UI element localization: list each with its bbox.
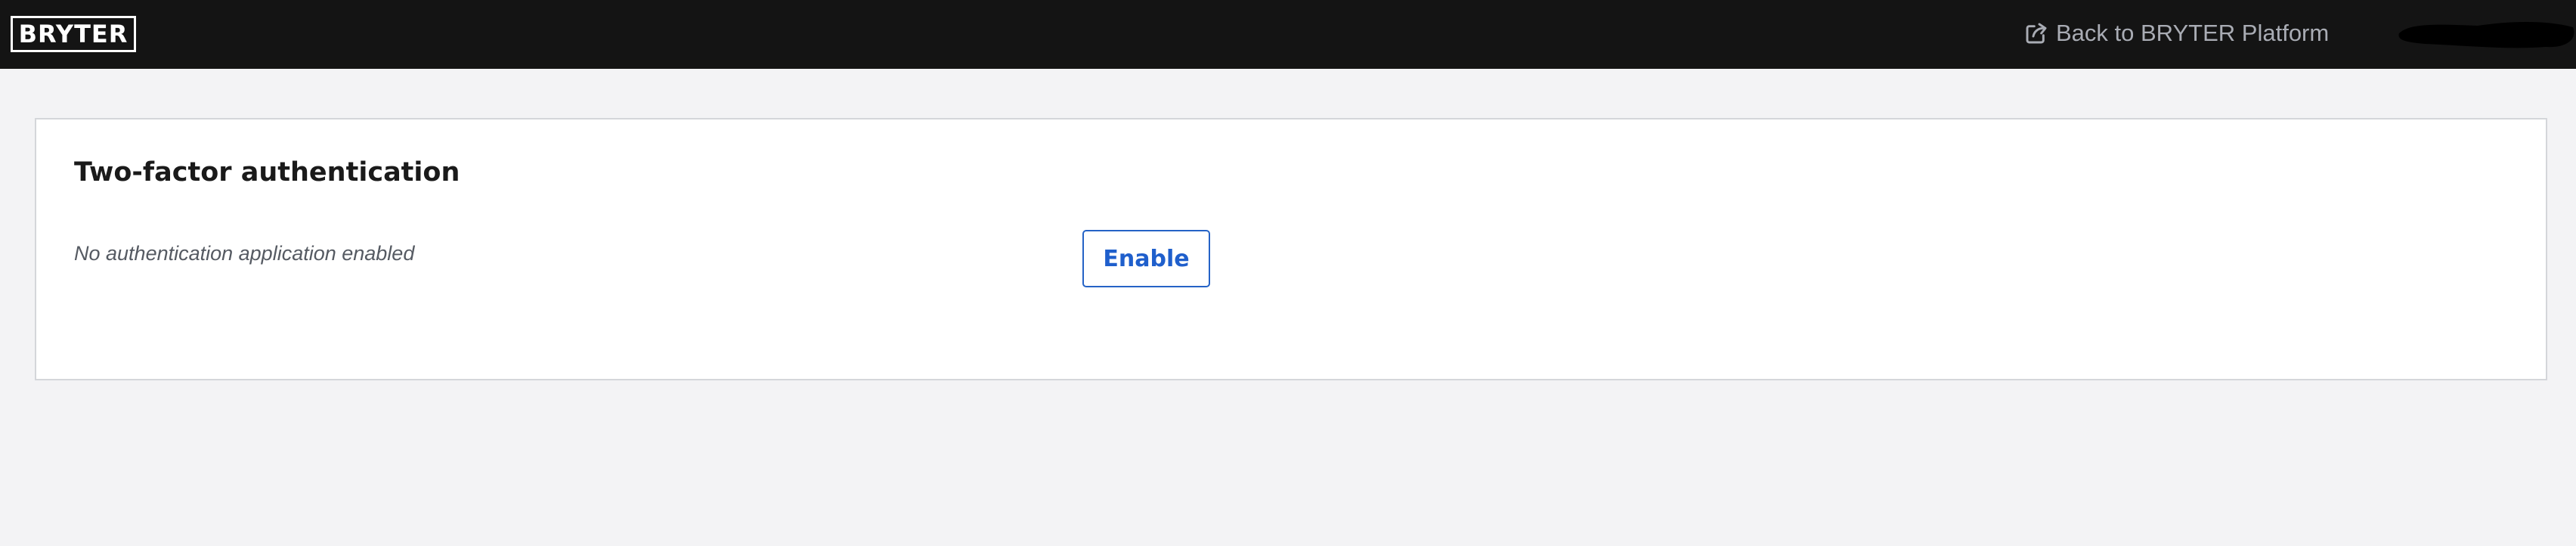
top-navigation-bar: BRYTER Back to BRYTER Platform xyxy=(0,0,2576,69)
two-factor-status: No authentication application enabled xyxy=(74,242,415,265)
redacted-user-name xyxy=(2398,22,2574,48)
back-link-label: Back to BRYTER Platform xyxy=(2056,20,2330,46)
enable-two-factor-button[interactable]: Enable xyxy=(1082,230,1210,287)
two-factor-title: Two-factor authentication xyxy=(74,157,460,188)
back-to-platform-link[interactable]: Back to BRYTER Platform xyxy=(2024,17,2329,50)
external-link-icon xyxy=(2026,23,2047,44)
two-factor-card: Two-factor authentication No authenticat… xyxy=(35,118,2547,380)
bryter-logo: BRYTER xyxy=(11,16,136,52)
